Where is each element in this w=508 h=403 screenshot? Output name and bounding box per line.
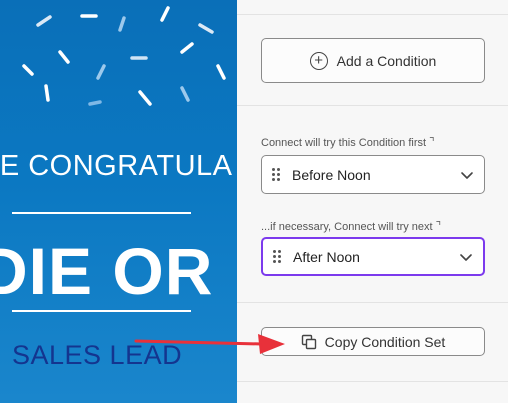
next-condition-value: After Noon [293,248,360,265]
corner-arrow-icon: ⌝ [429,135,435,149]
chevron-down-icon [460,253,472,261]
first-condition-select[interactable]: Before Noon [261,155,485,194]
separator [237,302,508,303]
separator [237,14,508,15]
drag-handle-icon[interactable] [272,168,280,181]
first-condition-caption: Connect will try this Condition first ⌝ [261,135,435,149]
divider-bottom [12,310,191,312]
first-caption-text: Connect will try this Condition first [261,137,427,149]
copy-icon [301,334,316,349]
separator [237,105,508,106]
add-condition-button[interactable]: + Add a Condition [261,38,485,83]
next-caption-text: ...if necessary, Connect will try next [261,221,433,233]
divider-top [12,212,191,214]
congrats-text: SE CONGRATULA [0,150,233,182]
first-condition-value: Before Noon [292,166,371,183]
sales-lead-text: SALES LEAD [12,340,183,370]
promo-graphic: SE CONGRATULA DIE OR SALES LEAD [0,0,237,403]
headline-text: DIE OR [0,234,214,308]
corner-arrow-icon: ⌝ [435,219,442,233]
condition-panel: + Add a Condition Connect will try this … [237,0,508,403]
add-condition-label: Add a Condition [336,52,437,69]
separator [237,381,508,382]
copy-condition-set-button[interactable]: Copy Condition Set [261,327,485,356]
next-condition-caption: ...if necessary, Connect will try next ⌝ [261,219,441,233]
next-condition-select[interactable]: After Noon [261,237,485,276]
copy-condition-set-label: Copy Condition Set [324,333,446,350]
plus-circle-icon: + [309,51,328,70]
chevron-down-icon [461,171,473,179]
drag-handle-icon[interactable] [273,250,281,263]
